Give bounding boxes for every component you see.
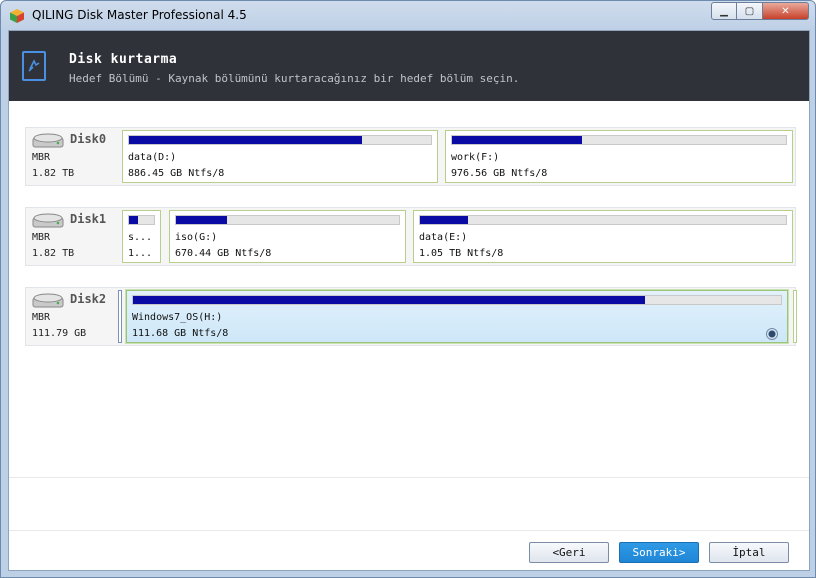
wizard-header: Disk kurtarma Hedef Bölümü - Kaynak bölü… [9, 31, 809, 101]
wizard-content: Disk kurtarma Hedef Bölümü - Kaynak bölü… [8, 30, 810, 571]
page-title: Disk kurtarma [69, 52, 178, 67]
disk-partition-style: MBR [32, 152, 51, 163]
back-button[interactable]: <Geri [529, 542, 609, 563]
app-window: QILING Disk Master Professional 4.5 ▁ ▢ … [0, 0, 816, 578]
window-controls: ▁ ▢ ✕ [711, 2, 809, 20]
disk-size: 1.82 TB [32, 168, 75, 179]
usage-bar [132, 295, 782, 305]
disk-info: Disk0 MBR 1.82 TB [26, 128, 121, 185]
partition-card[interactable]: data(D:) 886.45 GB Ntfs/8 [122, 130, 438, 183]
partition-label: work(F:) [451, 152, 500, 163]
partition-size: 670.44 GB Ntfs/8 [175, 248, 272, 259]
partition-label: iso(G:) [175, 232, 218, 243]
partition-label: data(D:) [128, 152, 177, 163]
radio-selected-icon[interactable] [766, 328, 778, 340]
partition-size: 1.05 TB Ntfs/8 [419, 248, 504, 259]
disk-partition-style: MBR [32, 232, 51, 243]
maximize-button[interactable]: ▢ [737, 2, 763, 20]
minimize-button[interactable]: ▁ [711, 2, 737, 20]
disk-size: 111.79 GB [32, 328, 87, 339]
close-button[interactable]: ✕ [763, 2, 809, 20]
usage-bar [175, 215, 400, 225]
cancel-button[interactable]: İptal [709, 542, 789, 563]
usage-bar [128, 135, 432, 145]
disk-row-disk1: Disk1 MBR 1.82 TB s... 1... iso(G:) 670.… [25, 207, 796, 266]
close-icon: ✕ [781, 5, 790, 17]
partition-card[interactable]: s... 1... [122, 210, 161, 263]
minimize-icon: ▁ [720, 5, 728, 17]
partition-size: 1... [128, 248, 153, 259]
disk-info: Disk2 MBR 111.79 GB [26, 288, 121, 345]
disk-info: Disk1 MBR 1.82 TB [26, 208, 121, 265]
disk-size: 1.82 TB [32, 248, 75, 259]
partition-label: s... [128, 232, 153, 243]
divider [9, 477, 809, 478]
disk-name: Disk2 [70, 292, 107, 306]
partition-card[interactable]: data(E:) 1.05 TB Ntfs/8 [413, 210, 793, 263]
window-title: QILING Disk Master Professional 4.5 [32, 8, 247, 22]
disk-name: Disk0 [70, 132, 107, 146]
partition-size: 976.56 GB Ntfs/8 [451, 168, 548, 179]
disk-partition-style: MBR [32, 312, 51, 323]
hard-disk-icon [32, 213, 64, 228]
maximize-icon: ▢ [744, 5, 755, 17]
page-subtitle: Hedef Bölümü - Kaynak bölümünü kurtaraca… [69, 72, 520, 85]
disk-recovery-icon [22, 51, 46, 81]
partition-card[interactable]: iso(G:) 670.44 GB Ntfs/8 [169, 210, 406, 263]
partition-size: 886.45 GB Ntfs/8 [128, 168, 225, 179]
divider [9, 530, 809, 531]
disk-row-disk0: Disk0 MBR 1.82 TB data(D:) 886.45 GB Ntf… [25, 127, 796, 186]
partition-label: data(E:) [419, 232, 468, 243]
app-cube-icon [10, 9, 24, 23]
usage-bar [419, 215, 787, 225]
partition-label: Windows7_OS(H:) [132, 312, 223, 323]
partition-size: 111.68 GB Ntfs/8 [132, 328, 229, 339]
next-button[interactable]: Sonraki> [619, 542, 699, 563]
usage-bar [451, 135, 787, 145]
title-bar[interactable]: QILING Disk Master Professional 4.5 ▁ ▢ … [1, 1, 815, 30]
hard-disk-icon [32, 133, 64, 148]
usage-bar [128, 215, 155, 225]
unallocated-sliver[interactable] [793, 290, 797, 343]
hard-disk-icon [32, 293, 64, 308]
reserved-partition-sliver[interactable] [118, 290, 122, 343]
disk-row-disk2: Disk2 MBR 111.79 GB Windows7_OS(H:) 111.… [25, 287, 797, 346]
partition-card-selected[interactable]: Windows7_OS(H:) 111.68 GB Ntfs/8 [125, 289, 789, 344]
disk-name: Disk1 [70, 212, 107, 226]
partition-card[interactable]: work(F:) 976.56 GB Ntfs/8 [445, 130, 793, 183]
